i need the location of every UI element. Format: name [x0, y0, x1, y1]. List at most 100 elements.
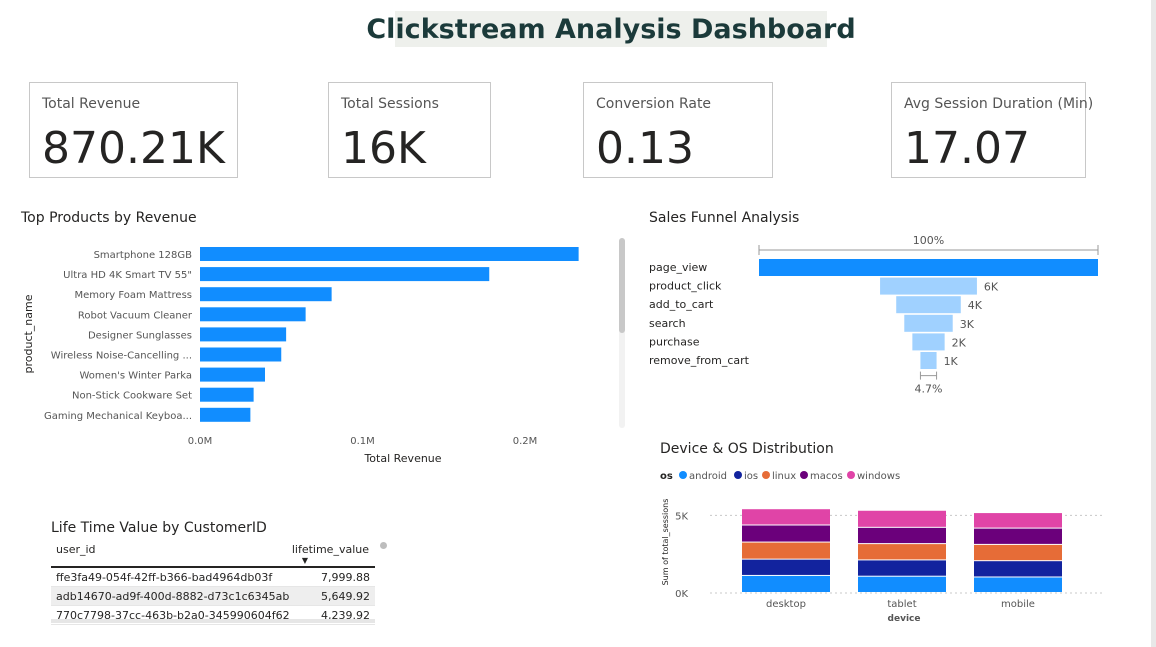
kpi-value: 16K — [341, 123, 426, 174]
funnel-bar[interactable] — [759, 259, 1098, 276]
funnel-data-label: 6K — [984, 281, 999, 294]
kpi-label: Total Revenue — [42, 96, 141, 112]
stacked-bar-segment[interactable] — [974, 561, 1062, 577]
stacked-bar-segment[interactable] — [742, 542, 830, 559]
stacked-bar-segment[interactable] — [974, 513, 1062, 528]
legend-label: windows — [857, 471, 900, 482]
cell-user-id: adb14670-ad9f-400d-8882-d73c1c6345ab — [56, 590, 290, 603]
funnel-bar[interactable] — [920, 352, 937, 369]
bar[interactable] — [200, 327, 287, 342]
funnel-data-label: 2K — [952, 336, 967, 349]
kpi-card-total-revenue[interactable]: Total Revenue 870.21K — [29, 82, 238, 178]
cell-lifetime-value: 5,649.92 — [321, 590, 370, 603]
funnel-stage-label: add_to_cart — [649, 298, 714, 311]
device-os-chart[interactable]: os android ios linux macos windows 5K 0K Sum of … — [650, 462, 1110, 632]
y-tick-label: Robot Vacuum Cleaner — [78, 310, 193, 321]
top-products-title: Top Products by Revenue — [21, 210, 197, 226]
legend-marker[interactable] — [734, 471, 742, 479]
x-tick-label: 0.1M — [350, 436, 375, 447]
kpi-value: 870.21K — [42, 123, 225, 174]
stacked-bar-segment[interactable] — [974, 544, 1062, 561]
legend-marker[interactable] — [847, 471, 855, 479]
stacked-bar-segment[interactable] — [858, 544, 946, 560]
kpi-card-conversion-rate[interactable]: Conversion Rate 0.13 — [583, 82, 773, 178]
ltv-table-header: user_id lifetime_value ▼ — [51, 540, 375, 568]
y-tick-label: Memory Foam Mattress — [75, 290, 192, 301]
table-row[interactable]: adb14670-ad9f-400d-8882-d73c1c6345ab 5,6… — [51, 587, 375, 606]
stacked-bar-segment[interactable] — [742, 575, 830, 592]
x-tick-label: tablet — [887, 599, 916, 610]
stacked-bar-segment[interactable] — [858, 510, 946, 527]
page-edge-divider — [1151, 0, 1156, 647]
funnel-stage-label: purchase — [649, 335, 700, 348]
y-axis-label: product_name — [22, 294, 35, 373]
kpi-label: Conversion Rate — [596, 96, 712, 112]
column-header-lifetime-value[interactable]: lifetime_value — [292, 543, 369, 556]
legend-label: linux — [772, 471, 796, 482]
table-row[interactable]: ffe3fa49-054f-42ff-b366-bad4964db03f 7,9… — [51, 568, 375, 587]
y-tick-label: 0K — [675, 589, 688, 600]
stacked-bar-segment[interactable] — [742, 525, 830, 542]
legend-marker[interactable] — [800, 471, 808, 479]
y-tick-label: Wireless Noise-Cancelling ... — [51, 351, 192, 362]
y-tick-label: Designer Sunglasses — [88, 330, 192, 341]
stacked-bar-segment[interactable] — [858, 560, 946, 576]
kpi-card-avg-session-duration[interactable]: Avg Session Duration (Min) 17.07 — [891, 82, 1093, 178]
legend-label: ios — [744, 471, 758, 482]
bar[interactable] — [200, 387, 254, 402]
funnel-stage-label: remove_from_cart — [649, 354, 750, 367]
products-scrollbar-thumb[interactable] — [619, 238, 625, 333]
legend-marker[interactable] — [762, 471, 770, 479]
funnel-stage-label: search — [649, 317, 686, 330]
top-products-chart[interactable]: Smartphone 128GB Ultra HD 4K Smart TV 55"… — [0, 230, 620, 470]
ltv-table[interactable]: user_id lifetime_value ▼ ffe3fa49-054f-4… — [51, 540, 375, 625]
funnel-data-label: 4K — [968, 299, 983, 312]
stacked-bar-segment[interactable] — [974, 577, 1062, 592]
funnel-data-label: 3K — [960, 318, 975, 331]
ltv-horizontal-scrollbar[interactable] — [51, 619, 375, 623]
bar[interactable] — [200, 347, 282, 362]
bar[interactable] — [200, 247, 579, 261]
stacked-bar-segment[interactable] — [858, 527, 946, 544]
bar[interactable] — [200, 367, 265, 382]
bar[interactable] — [200, 307, 306, 322]
funnel-bar[interactable] — [904, 314, 953, 332]
bar[interactable] — [200, 407, 251, 422]
x-tick-label: mobile — [1001, 599, 1035, 610]
stacked-bar-segment[interactable] — [858, 576, 946, 592]
legend-marker[interactable] — [679, 471, 687, 479]
kpi-card-total-sessions[interactable]: Total Sessions 16K — [328, 82, 491, 178]
dashboard-title-box: Clickstream Analysis Dashboard — [366, 11, 856, 47]
kpi-value: 0.13 — [596, 123, 694, 174]
stacked-bar-segment[interactable] — [742, 509, 830, 525]
funnel-top-percent: 100% — [913, 234, 944, 247]
funnel-stage-label: page_view — [649, 261, 707, 274]
x-axis-label: Total Revenue — [363, 452, 441, 465]
legend-label: android — [689, 471, 727, 482]
funnel-bar[interactable] — [880, 277, 977, 295]
x-tick-label: 0.2M — [513, 436, 538, 447]
x-tick-label: 0.0M — [188, 436, 213, 447]
column-header-user-id[interactable]: user_id — [56, 543, 96, 556]
funnel-bar[interactable] — [912, 333, 945, 351]
funnel-bar[interactable] — [896, 296, 961, 314]
sort-desc-icon[interactable]: ▼ — [302, 556, 308, 565]
bar[interactable] — [200, 287, 332, 302]
cell-lifetime-value: 7,999.88 — [321, 571, 370, 584]
y-tick-label: Gaming Mechanical Keyboa... — [44, 411, 192, 422]
stacked-bar-segment[interactable] — [974, 528, 1062, 544]
cell-user-id: ffe3fa49-054f-42ff-b366-bad4964db03f — [56, 571, 273, 584]
bar[interactable] — [200, 267, 490, 282]
ltv-scroll-indicator[interactable] — [380, 542, 387, 549]
y-tick-label: Ultra HD 4K Smart TV 55" — [63, 270, 192, 281]
funnel-bottom-percent: 4.7% — [915, 383, 943, 396]
stacked-bar-segment[interactable] — [742, 559, 830, 575]
legend-label: macos — [810, 471, 843, 482]
kpi-label: Total Sessions — [341, 96, 439, 112]
device-title: Device & OS Distribution — [660, 441, 834, 457]
dashboard-title: Clickstream Analysis Dashboard — [366, 13, 856, 45]
y-axis-label: Sum of total_sessions — [661, 499, 670, 586]
x-tick-label: desktop — [766, 599, 806, 610]
sales-funnel-chart[interactable]: 100% page_view product_click 6K add_to_cart 4… — [640, 228, 1110, 403]
y-tick-label: Women's Winter Parka — [80, 371, 193, 382]
